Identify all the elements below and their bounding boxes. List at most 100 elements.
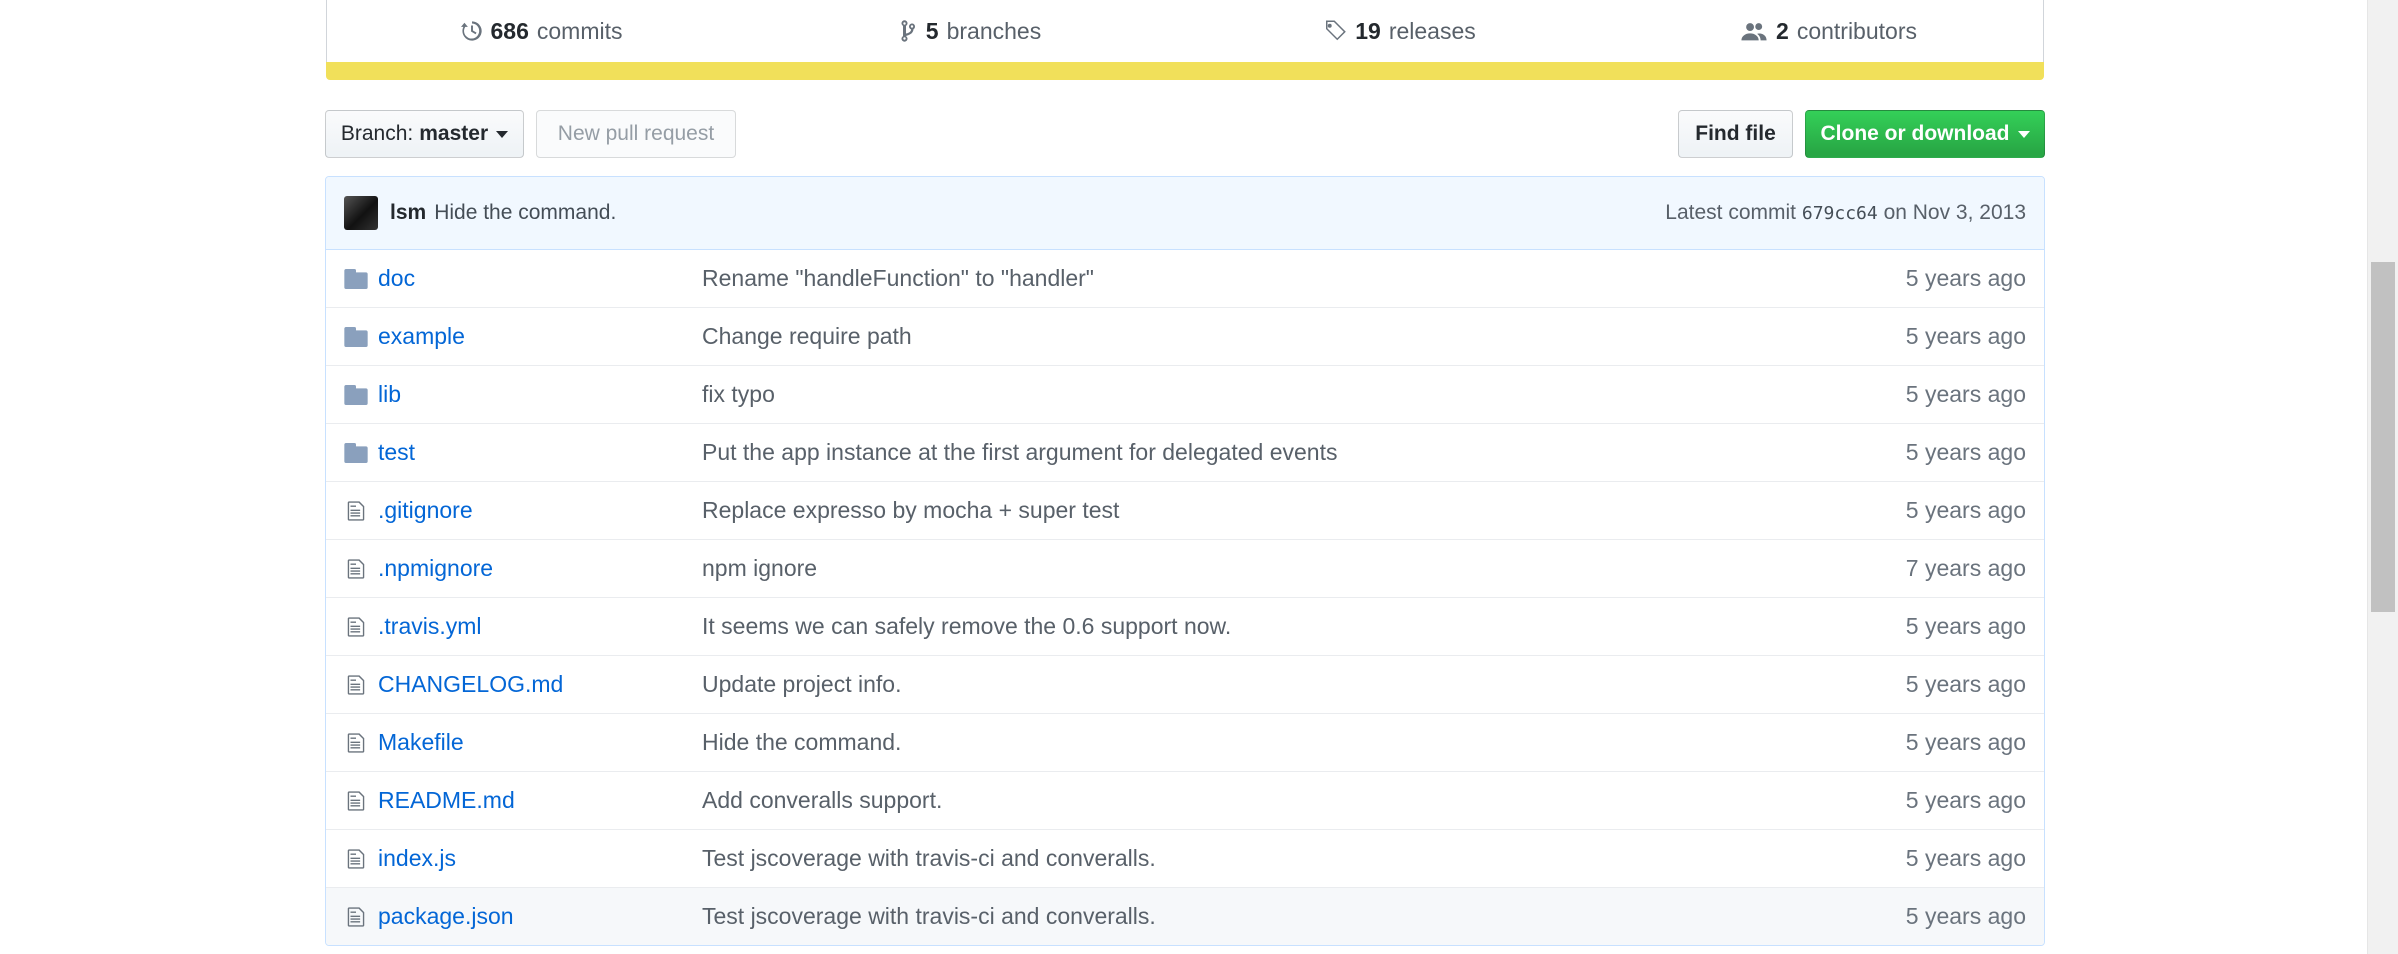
file-name-link[interactable]: lib bbox=[378, 381, 401, 408]
folder-icon bbox=[343, 383, 369, 407]
tag-icon bbox=[1326, 20, 1347, 41]
caret-down-icon bbox=[496, 130, 509, 138]
commit-age: 5 years ago bbox=[1905, 787, 2026, 813]
file-name-link[interactable]: .travis.yml bbox=[378, 613, 482, 640]
latest-commit-prefix: Latest commit bbox=[1665, 201, 1797, 224]
folder-icon bbox=[343, 267, 369, 291]
file-name-link[interactable]: test bbox=[378, 439, 415, 466]
branch-icon bbox=[901, 20, 915, 42]
commit-message-link[interactable]: Test jscoverage with travis-ci and conve… bbox=[702, 845, 1156, 872]
file-list: doc Rename "handleFunction" to "handler" 5… bbox=[326, 250, 2044, 945]
commit-message-link[interactable]: Add converalls support. bbox=[702, 787, 942, 814]
commit-age: 5 years ago bbox=[1905, 265, 2026, 291]
file-row: lib fix typo 5 years ago bbox=[326, 365, 2044, 423]
clone-download-button[interactable]: Clone or download bbox=[1805, 110, 2045, 158]
branches-link[interactable]: 5 branches bbox=[756, 0, 1185, 62]
commit-age: 5 years ago bbox=[1905, 729, 2026, 755]
file-row: .npmignore npm ignore 7 years ago bbox=[326, 539, 2044, 597]
folder-icon bbox=[343, 441, 369, 465]
file-row: .gitignore Replace expresso by mocha + su… bbox=[326, 481, 2044, 539]
file-name-link[interactable]: README.md bbox=[378, 787, 515, 814]
new-pull-request-label: New pull request bbox=[557, 122, 715, 145]
file-icon bbox=[343, 789, 369, 813]
commit-age: 5 years ago bbox=[1905, 613, 2026, 639]
file-name-link[interactable]: doc bbox=[378, 265, 415, 292]
clone-download-label: Clone or download bbox=[1820, 122, 2010, 145]
new-pull-request-button[interactable]: New pull request bbox=[536, 110, 736, 158]
branch-select-button[interactable]: Branch: master bbox=[325, 110, 524, 158]
contributors-count: 2 bbox=[1776, 17, 1789, 44]
branches-count: 5 bbox=[925, 17, 939, 44]
folder-icon bbox=[343, 325, 369, 349]
contributors-label: contributors bbox=[1796, 17, 1917, 44]
commit-message-link[interactable]: Replace expresso by mocha + super test bbox=[702, 497, 1119, 524]
file-icon bbox=[343, 673, 369, 697]
file-row: doc Rename "handleFunction" to "handler" 5… bbox=[326, 250, 2044, 307]
releases-count: 19 bbox=[1355, 17, 1381, 44]
releases-link[interactable]: 19 releases bbox=[1185, 0, 1614, 62]
file-icon bbox=[343, 731, 369, 755]
file-row: README.md Add converalls support. 5 years … bbox=[326, 771, 2044, 829]
numbers-summary: 686 commits 5 branches 19 releases 2 con… bbox=[326, 0, 2044, 62]
commits-count: 686 bbox=[490, 17, 529, 44]
commit-message-link[interactable]: npm ignore bbox=[702, 555, 817, 582]
scrollbar-thumb[interactable] bbox=[2371, 262, 2395, 612]
file-name-link[interactable]: package.json bbox=[378, 903, 514, 930]
commit-author[interactable]: lsm bbox=[390, 201, 426, 225]
commit-age: 5 years ago bbox=[1905, 671, 2026, 697]
commit-message-link[interactable]: fix typo bbox=[702, 381, 775, 408]
file-icon bbox=[343, 615, 369, 639]
commits-link[interactable]: 686 commits bbox=[327, 0, 756, 62]
commit-age: 5 years ago bbox=[1905, 439, 2026, 465]
avatar[interactable] bbox=[344, 196, 378, 230]
language-bar[interactable] bbox=[326, 62, 2044, 80]
commit-message-link[interactable]: Hide the command. bbox=[702, 729, 901, 756]
file-name-link[interactable]: .gitignore bbox=[378, 497, 473, 524]
scrollbar-track[interactable] bbox=[2367, 0, 2398, 954]
commit-age: 5 years ago bbox=[1905, 323, 2026, 349]
file-icon bbox=[343, 847, 369, 871]
file-row: example Change require path 5 years ago bbox=[326, 307, 2044, 365]
file-name-link[interactable]: index.js bbox=[378, 845, 456, 872]
commit-age: 5 years ago bbox=[1905, 381, 2026, 407]
commit-message-link[interactable]: It seems we can safely remove the 0.6 su… bbox=[702, 613, 1231, 640]
people-icon bbox=[1741, 23, 1767, 41]
commits-label: commits bbox=[536, 17, 623, 44]
history-icon bbox=[460, 21, 482, 41]
commit-message-link[interactable]: Change require path bbox=[702, 323, 912, 350]
branch-prefix: Branch: bbox=[340, 122, 414, 145]
file-icon bbox=[343, 557, 369, 581]
latest-commit-info: Latest commit 679cc64 on Nov 3, 2013 bbox=[1665, 201, 2026, 225]
releases-label: releases bbox=[1388, 17, 1476, 44]
file-icon bbox=[343, 499, 369, 523]
contributors-link[interactable]: 2 contributors bbox=[1614, 0, 2043, 62]
commit-message-link[interactable]: Rename "handleFunction" to "handler" bbox=[702, 265, 1094, 292]
file-row: test Put the app instance at the first ar… bbox=[326, 423, 2044, 481]
commit-message[interactable]: Hide the command. bbox=[434, 201, 616, 225]
commit-age: 7 years ago bbox=[1905, 555, 2026, 581]
latest-commit-bar: lsm Hide the command. Latest commit 679c… bbox=[326, 177, 2044, 250]
find-file-button[interactable]: Find file bbox=[1678, 110, 1793, 158]
commit-message-link[interactable]: Put the app instance at the first argume… bbox=[702, 439, 1337, 466]
caret-down-icon bbox=[2017, 130, 2030, 138]
commit-date: on Nov 3, 2013 bbox=[1883, 201, 2026, 224]
file-table: lsm Hide the command. Latest commit 679c… bbox=[325, 176, 2045, 946]
commit-age: 5 years ago bbox=[1905, 903, 2026, 929]
file-name-link[interactable]: .npmignore bbox=[378, 555, 493, 582]
file-row: package.json Test jscoverage with travis-… bbox=[326, 887, 2044, 945]
file-row: Makefile Hide the command. 5 years ago bbox=[326, 713, 2044, 771]
file-row: CHANGELOG.md Update project info. 5 years … bbox=[326, 655, 2044, 713]
file-name-link[interactable]: CHANGELOG.md bbox=[378, 671, 563, 698]
file-icon bbox=[343, 905, 369, 929]
commit-message-link[interactable]: Update project info. bbox=[702, 671, 901, 698]
commit-sha[interactable]: 679cc64 bbox=[1802, 203, 1878, 224]
commit-message-link[interactable]: Test jscoverage with travis-ci and conve… bbox=[702, 903, 1156, 930]
file-row: index.js Test jscoverage with travis-ci a… bbox=[326, 829, 2044, 887]
branches-label: branches bbox=[946, 17, 1042, 44]
find-file-label: Find file bbox=[1695, 122, 1776, 145]
file-name-link[interactable]: example bbox=[378, 323, 465, 350]
file-name-link[interactable]: Makefile bbox=[378, 729, 464, 756]
branch-name: master bbox=[419, 122, 489, 145]
repository-page: 686 commits 5 branches 19 releases 2 con… bbox=[0, 0, 2398, 954]
file-row: .travis.yml It seems we can safely remove… bbox=[326, 597, 2044, 655]
